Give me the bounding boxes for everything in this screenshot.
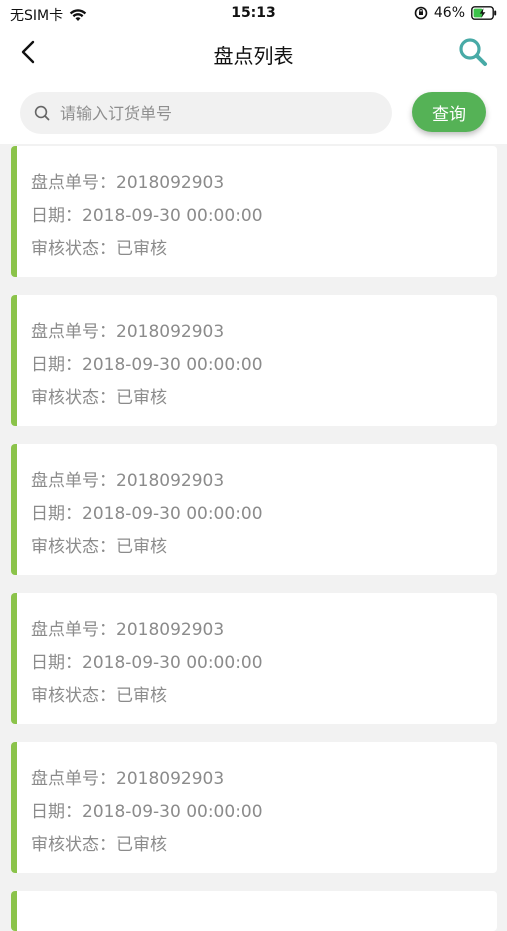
order-number-value: 2018092903 [116, 471, 225, 491]
order-number-label: 盘点单号： [31, 471, 116, 491]
card-accent-bar [11, 146, 17, 277]
order-number-value: 2018092903 [116, 620, 225, 640]
order-number-label: 盘点单号： [31, 173, 116, 193]
search-toggle-button[interactable] [455, 36, 491, 72]
status-bar: 无SIM卡 15:13 46% [0, 0, 507, 28]
date-value: 2018-09-30 00:00:00 [82, 802, 263, 822]
status-row: 审核状态：已审核 [31, 234, 167, 259]
search-area: 查询 [0, 80, 507, 144]
order-number-row: 盘点单号：2018092903 [31, 466, 224, 491]
card-accent-bar [11, 444, 17, 575]
search-box[interactable] [20, 92, 392, 134]
status-label: 审核状态： [31, 835, 116, 855]
order-number-row: 盘点单号：2018092903 [31, 317, 224, 342]
date-row: 日期：2018-09-30 00:00:00 [31, 797, 263, 822]
order-number-row: 盘点单号：2018092903 [31, 764, 224, 789]
date-label: 日期： [31, 355, 82, 375]
nav-bar: 盘点列表 [0, 28, 507, 80]
status-value: 已审核 [116, 388, 167, 408]
date-row: 日期：2018-09-30 00:00:00 [31, 201, 263, 226]
list-item[interactable]: 盘点单号：2018092903 日期：2018-09-30 00:00:00 审… [11, 444, 497, 575]
orientation-lock-icon [414, 6, 428, 20]
date-value: 2018-09-30 00:00:00 [82, 653, 263, 673]
search-icon [458, 37, 488, 71]
status-value: 已审核 [116, 835, 167, 855]
status-value: 已审核 [116, 239, 167, 259]
battery-charging-icon [471, 6, 497, 20]
list-item-partial[interactable] [11, 891, 497, 931]
card-accent-bar [11, 593, 17, 724]
order-number-label: 盘点单号： [31, 322, 116, 342]
list-item[interactable]: 盘点单号：2018092903 日期：2018-09-30 00:00:00 审… [11, 295, 497, 426]
query-button[interactable]: 查询 [412, 92, 486, 132]
status-value: 已审核 [116, 537, 167, 557]
status-label: 审核状态： [31, 686, 116, 706]
order-number-value: 2018092903 [116, 769, 225, 789]
date-value: 2018-09-30 00:00:00 [82, 355, 263, 375]
date-row: 日期：2018-09-30 00:00:00 [31, 499, 263, 524]
status-row: 审核状态：已审核 [31, 681, 167, 706]
search-field-icon [34, 105, 50, 121]
date-label: 日期： [31, 653, 82, 673]
date-value: 2018-09-30 00:00:00 [82, 206, 263, 226]
list-item[interactable]: 盘点单号：2018092903 日期：2018-09-30 00:00:00 审… [11, 742, 497, 873]
status-value: 已审核 [116, 686, 167, 706]
status-row: 审核状态：已审核 [31, 830, 167, 855]
list-item[interactable]: 盘点单号：2018092903 日期：2018-09-30 00:00:00 审… [11, 593, 497, 724]
page-title: 盘点列表 [213, 44, 294, 68]
battery-percent: 46% [433, 5, 465, 21]
status-label: 审核状态： [31, 239, 116, 259]
card-accent-bar [11, 295, 17, 426]
date-value: 2018-09-30 00:00:00 [82, 504, 263, 524]
date-row: 日期：2018-09-30 00:00:00 [31, 648, 263, 673]
status-row: 审核状态：已审核 [31, 383, 167, 408]
order-number-label: 盘点单号： [31, 620, 116, 640]
date-label: 日期： [31, 504, 82, 524]
status-label: 审核状态： [31, 388, 116, 408]
card-accent-bar [11, 742, 17, 873]
list-item[interactable]: 盘点单号：2018092903 日期：2018-09-30 00:00:00 审… [11, 146, 497, 277]
date-row: 日期：2018-09-30 00:00:00 [31, 350, 263, 375]
card-accent-bar [11, 891, 17, 931]
status-label: 审核状态： [31, 537, 116, 557]
date-label: 日期： [31, 802, 82, 822]
order-number-value: 2018092903 [116, 322, 225, 342]
date-label: 日期： [31, 206, 82, 226]
order-number-value: 2018092903 [116, 173, 225, 193]
status-right: 46% [414, 5, 497, 21]
order-number-row: 盘点单号：2018092903 [31, 615, 224, 640]
order-number-row: 盘点单号：2018092903 [31, 168, 224, 193]
search-input[interactable] [58, 102, 362, 124]
order-number-label: 盘点单号： [31, 769, 116, 789]
status-row: 审核状态：已审核 [31, 532, 167, 557]
